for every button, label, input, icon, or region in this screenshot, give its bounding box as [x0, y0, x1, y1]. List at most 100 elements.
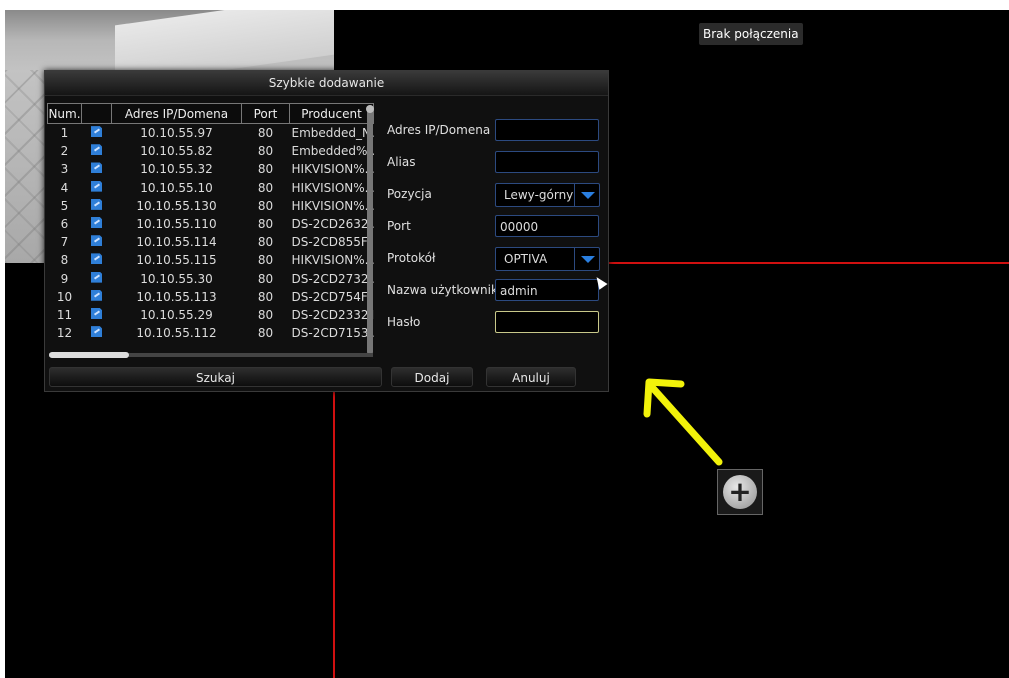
- position-select[interactable]: Lewy-górny: [495, 183, 600, 207]
- edit-icon[interactable]: [91, 180, 102, 192]
- table-row[interactable]: 4 10.10.55.10 80 HIKVISION%...: [48, 179, 374, 197]
- table-row[interactable]: 2 10.10.55.82 80 Embedded%...: [48, 142, 374, 160]
- row-edit-cell[interactable]: [82, 324, 112, 342]
- username-input[interactable]: admin: [495, 279, 599, 301]
- arrow-icon: [643, 378, 723, 466]
- row-edit-cell[interactable]: [82, 215, 112, 233]
- edit-icon[interactable]: [91, 162, 102, 174]
- table-row[interactable]: 3 10.10.55.32 80 HIKVISION%...: [48, 160, 374, 178]
- chevron-down-icon[interactable]: [574, 184, 599, 206]
- table-row[interactable]: 5 10.10.55.130 80 HIKVISION%...: [48, 197, 374, 215]
- row-port: 80: [257, 126, 274, 141]
- column-header-num[interactable]: Num.: [47, 103, 82, 124]
- row-edit-cell[interactable]: [82, 306, 112, 324]
- protocol-value: OPTIVA: [504, 252, 548, 266]
- edit-icon[interactable]: [91, 198, 102, 210]
- table-row[interactable]: 1 10.10.55.97 80 Embedded_N...: [48, 124, 374, 143]
- row-ip: 10.10.55.112: [136, 326, 217, 341]
- row-edit-cell[interactable]: [82, 197, 112, 215]
- password-input[interactable]: [495, 311, 599, 333]
- add-button[interactable]: Dodaj: [391, 367, 473, 387]
- row-producer: HIKVISION%...: [291, 253, 374, 268]
- protocol-select[interactable]: OPTIVA: [495, 247, 600, 271]
- edit-icon[interactable]: [91, 307, 102, 319]
- row-edit-cell[interactable]: [82, 160, 112, 178]
- edit-icon[interactable]: [91, 289, 102, 301]
- edit-icon[interactable]: [91, 253, 102, 265]
- position-value: Lewy-górny: [504, 188, 574, 202]
- row-num: 5: [60, 198, 69, 213]
- monitor-screen: Brak połączenia + Szybkie dodawanie Num.…: [5, 10, 1009, 678]
- row-edit-cell[interactable]: [82, 179, 112, 197]
- table-row[interactable]: 12 10.10.55.112 80 DS-2CD7153...: [48, 324, 374, 342]
- row-num: 8: [60, 253, 69, 268]
- alias-input[interactable]: [495, 151, 599, 173]
- table-row[interactable]: 6 10.10.55.110 80 DS-2CD2632...: [48, 215, 374, 233]
- row-num: 11: [56, 307, 73, 322]
- scrollbar-handle[interactable]: [49, 352, 129, 358]
- ip-input[interactable]: [495, 119, 599, 141]
- username-field-row: Nazwa użytkownika admin: [387, 279, 607, 303]
- device-table: Num. Adres IP/Domena Port Producent 1 10.…: [47, 103, 379, 357]
- table-row[interactable]: 8 10.10.55.115 80 HIKVISION%...: [48, 251, 374, 269]
- table-row[interactable]: 10 10.10.55.113 80 DS-2CD754F...: [48, 288, 374, 306]
- cancel-button[interactable]: Anuluj: [486, 367, 576, 387]
- row-producer: DS-2CD855F...: [291, 235, 374, 250]
- edit-icon[interactable]: [91, 326, 102, 338]
- row-edit-cell[interactable]: [82, 233, 112, 251]
- password-field-row: Hasło: [387, 311, 607, 335]
- row-ip: 10.10.55.97: [140, 126, 213, 141]
- row-producer: DS-2CD2632...: [291, 217, 374, 232]
- table-row[interactable]: 7 10.10.55.114 80 DS-2CD855F...: [48, 233, 374, 251]
- table-header-row: Num. Adres IP/Domena Port Producent: [47, 103, 374, 124]
- edit-icon[interactable]: [91, 217, 102, 229]
- column-header-port[interactable]: Port: [241, 103, 290, 124]
- row-producer: Embedded%...: [291, 144, 374, 159]
- row-port: 80: [257, 162, 274, 177]
- row-port: 80: [257, 307, 274, 322]
- row-edit-cell[interactable]: [82, 288, 112, 306]
- edit-icon[interactable]: [91, 126, 102, 138]
- row-ip: 10.10.55.130: [136, 198, 217, 213]
- alias-label: Alias: [387, 155, 416, 169]
- quick-add-dialog: Szybkie dodawanie Num. Adres IP/Domena P…: [44, 70, 609, 392]
- row-num: 3: [60, 162, 69, 177]
- port-field-row: Port 00000: [387, 215, 607, 239]
- table-horizontal-scrollbar[interactable]: [49, 352, 373, 358]
- row-producer: DS-2CD2732...: [291, 271, 374, 286]
- row-ip: 10.10.55.32: [140, 162, 213, 177]
- row-port: 80: [257, 271, 274, 286]
- row-port: 80: [257, 253, 274, 268]
- column-header-ip[interactable]: Adres IP/Domena: [111, 103, 242, 124]
- ip-field-row: Adres IP/Domena: [387, 119, 607, 143]
- table-row[interactable]: 11 10.10.55.29 80 DS-2CD2332-I: [48, 306, 374, 324]
- chevron-down-icon[interactable]: [574, 248, 599, 270]
- row-ip: 10.10.55.29: [140, 307, 213, 322]
- row-producer: HIKVISION%...: [291, 198, 374, 213]
- table-vertical-scrollbar[interactable]: [366, 105, 374, 355]
- row-edit-cell[interactable]: [82, 142, 112, 160]
- row-edit-cell[interactable]: [82, 251, 112, 269]
- row-port: 80: [257, 198, 274, 213]
- row-producer: DS-2CD2332-I: [291, 307, 374, 322]
- row-ip: 10.10.55.115: [136, 253, 217, 268]
- column-header-producer[interactable]: Producent: [289, 103, 374, 124]
- row-producer: Embedded_N...: [291, 126, 374, 141]
- table-row[interactable]: 9 10.10.55.30 80 DS-2CD2732...: [48, 270, 374, 288]
- row-producer: HIKVISION%...: [291, 180, 374, 195]
- search-button[interactable]: Szukaj: [49, 367, 382, 387]
- row-num: 1: [60, 126, 69, 141]
- edit-icon[interactable]: [91, 144, 102, 156]
- edit-icon[interactable]: [91, 235, 102, 247]
- add-channel-button[interactable]: +: [717, 469, 763, 515]
- row-num: 6: [60, 217, 69, 232]
- row-edit-cell[interactable]: [82, 270, 112, 288]
- scrollbar-handle[interactable]: [366, 105, 374, 113]
- row-port: 80: [257, 217, 274, 232]
- row-edit-cell[interactable]: [82, 124, 112, 143]
- port-label: Port: [387, 219, 411, 233]
- row-num: 2: [60, 144, 69, 159]
- row-ip: 10.10.55.113: [136, 289, 217, 304]
- edit-icon[interactable]: [91, 271, 102, 283]
- port-input[interactable]: 00000: [495, 215, 599, 237]
